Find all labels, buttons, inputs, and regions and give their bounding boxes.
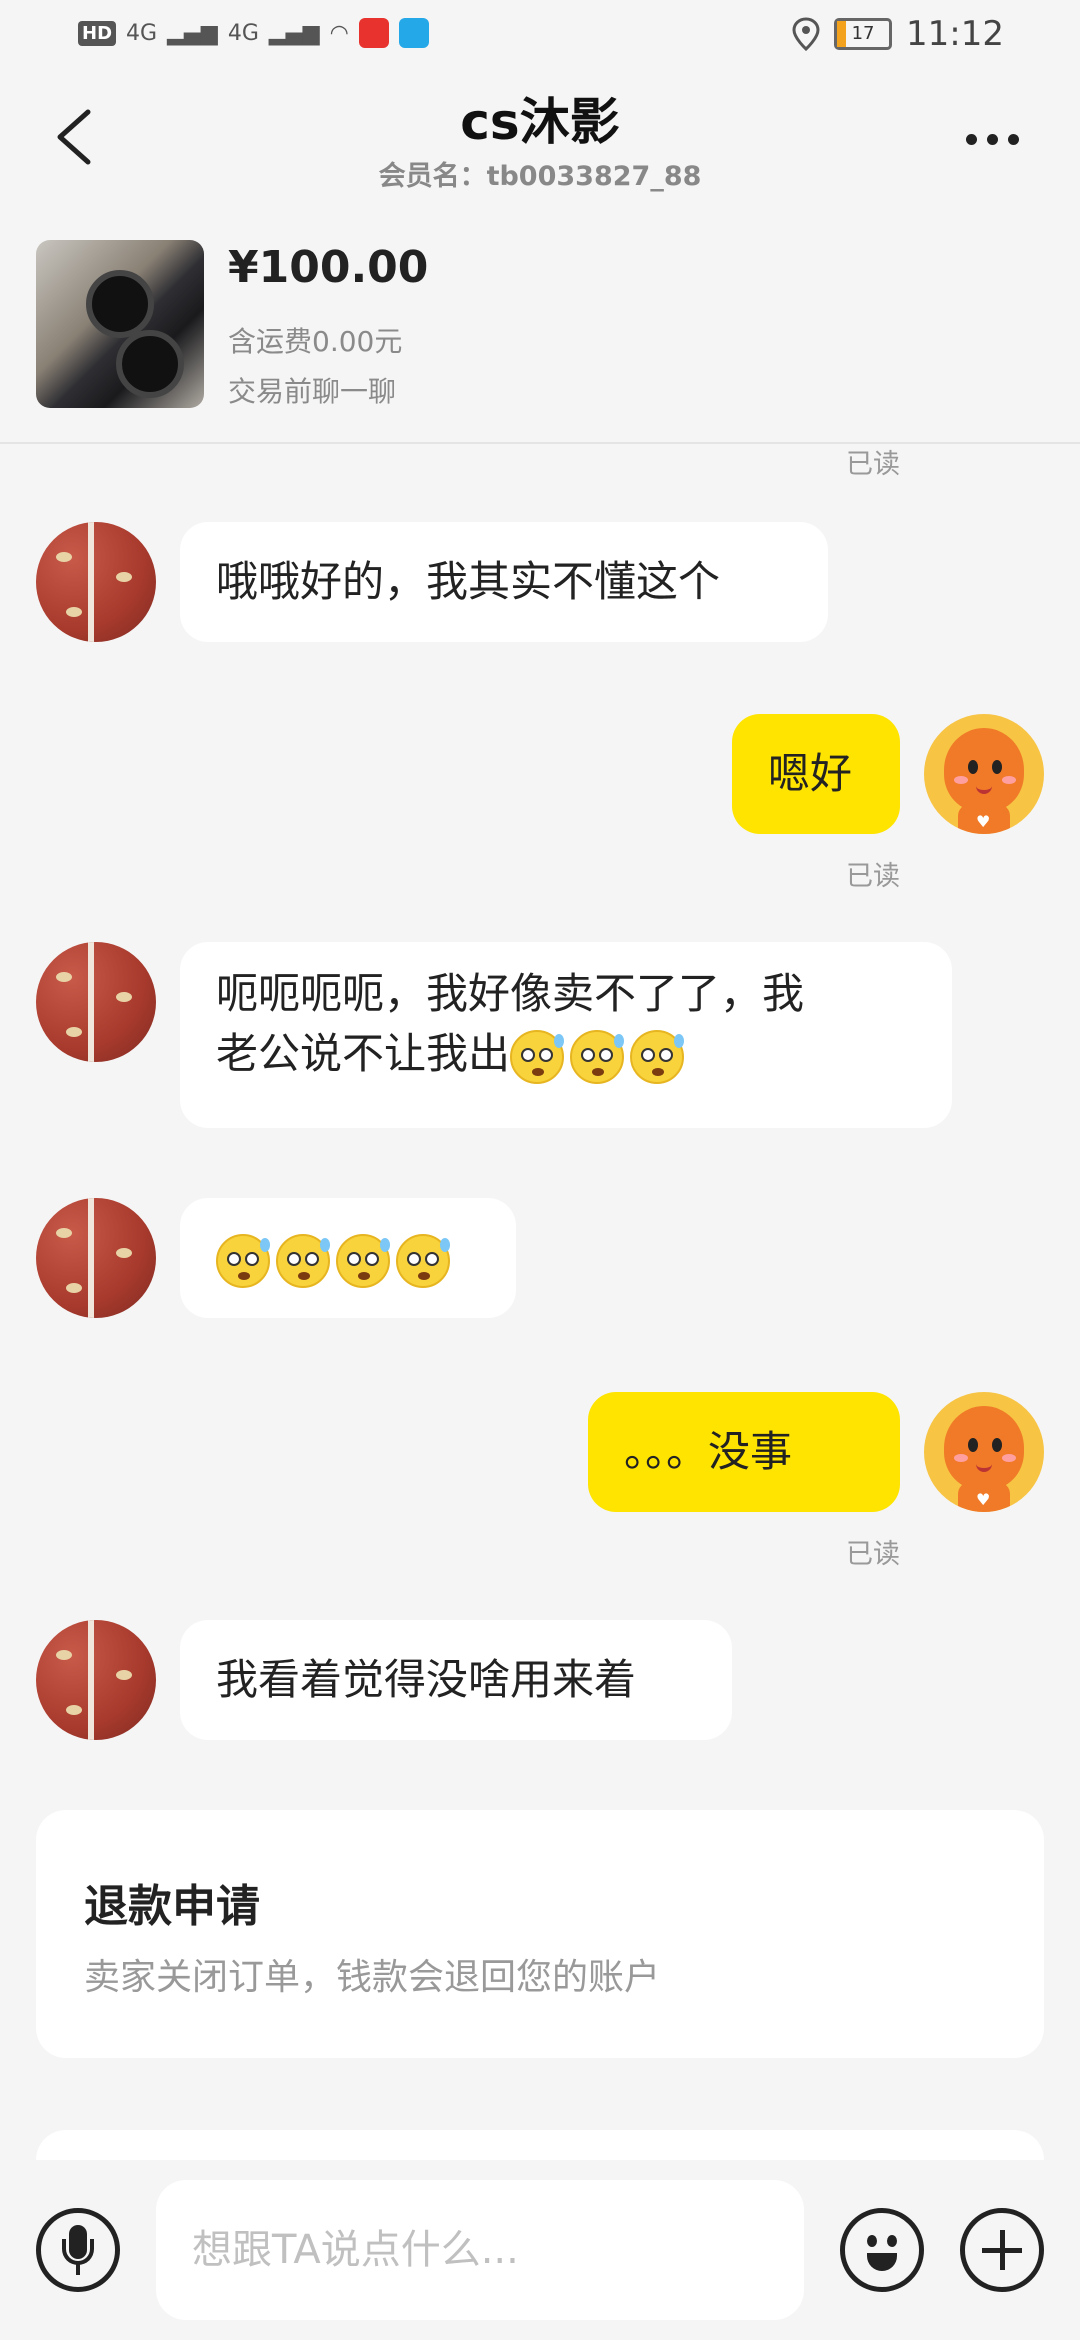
hd-badge: HD (78, 20, 117, 46)
chat-header: cs沐影 会员名：tb0033827_88 (0, 72, 1080, 212)
message-text: 我看着觉得没啥用来着 (216, 1655, 637, 1704)
status-right: 17 11:12 (792, 14, 1004, 54)
product-note: 交易前聊一聊 (228, 375, 397, 408)
clock: 11:12 (906, 14, 1004, 54)
mic-icon[interactable] (36, 2208, 120, 2292)
message-text: 哦哦好的，我其实不懂这个 (216, 557, 721, 606)
network-4g-1: 4G (126, 20, 158, 46)
wifi-icon: ◠ (329, 20, 349, 46)
message-text-line: 呃呃呃呃，我好像卖不了了，我 (216, 969, 805, 1018)
battery-level: 17 (851, 23, 875, 44)
sweat-emoji-icon (570, 1029, 625, 1084)
message-bubble[interactable] (180, 1198, 516, 1318)
signal-icon-2: ▂▄▆ (268, 20, 320, 46)
avatar[interactable] (36, 522, 156, 642)
sweat-emoji-icon (630, 1029, 685, 1084)
message-bubble[interactable]: 。。。没事 (588, 1392, 900, 1512)
message-bubble[interactable]: 呃呃呃呃，我好像卖不了了，我 老公说不让我出 (180, 942, 952, 1128)
status-left: HD 4G ▂▄▆ 4G ▂▄▆ ◠ (78, 18, 429, 48)
refund-card[interactable]: 退款申请 卖家关闭订单，钱款会退回您的账户 (36, 1810, 1044, 2058)
my-avatar[interactable]: ♥ (924, 714, 1044, 834)
product-thumbnail[interactable] (36, 240, 204, 408)
location-icon (792, 17, 820, 51)
refund-title: 退款申请 (84, 1881, 260, 1932)
avatar[interactable] (36, 1198, 156, 1318)
message-bubble[interactable]: 我看着觉得没啥用来着 (180, 1620, 732, 1740)
app-notification-icon (358, 18, 389, 48)
message-bubble[interactable]: 嗯好 (732, 714, 900, 834)
avatar[interactable] (36, 942, 156, 1062)
sweat-emoji-icon (276, 1233, 330, 1288)
my-avatar[interactable]: ♥ (924, 1392, 1044, 1512)
sweat-emoji-icon (336, 1233, 390, 1288)
read-status: 已读 (846, 1539, 900, 1570)
status-bar: HD 4G ▂▄▆ 4G ▂▄▆ ◠ 17 11:12 (0, 0, 1080, 72)
battery-icon: 17 (834, 18, 893, 50)
sweat-emoji-icon (216, 1233, 270, 1288)
message-text-line: 老公说不让我出 (216, 1024, 916, 1084)
read-status: 已读 (846, 861, 900, 892)
page-title: cs沐影 (460, 93, 620, 151)
more-icon[interactable] (966, 124, 1036, 154)
emoji-icon[interactable] (840, 2208, 924, 2292)
read-status: 已读 (846, 449, 900, 480)
message-text: 。。。没事 (624, 1427, 793, 1476)
avatar[interactable] (36, 1620, 156, 1740)
message-text: 嗯好 (768, 749, 853, 798)
message-input[interactable] (156, 2180, 804, 2320)
plus-icon[interactable] (960, 2208, 1044, 2292)
signal-icon: ▂▄▆ (167, 20, 218, 46)
network-4g-2: 4G (227, 20, 259, 46)
refund-description: 卖家关闭订单，钱款会退回您的账户 (84, 1957, 661, 1998)
member-name: 会员名：tb0033827_88 (378, 161, 702, 192)
message-bubble[interactable]: 哦哦好的，我其实不懂这个 (180, 522, 828, 642)
input-bar (0, 2160, 1080, 2340)
bulb-notification-icon (398, 18, 429, 48)
product-price: ¥100.00 (228, 242, 429, 293)
product-card[interactable]: ¥100.00 含运费0.00元 交易前聊一聊 (0, 212, 1080, 444)
sweat-emoji-icon (396, 1233, 450, 1288)
sweat-emoji-icon (510, 1029, 565, 1084)
shipping-fee: 含运费0.00元 (228, 325, 403, 358)
